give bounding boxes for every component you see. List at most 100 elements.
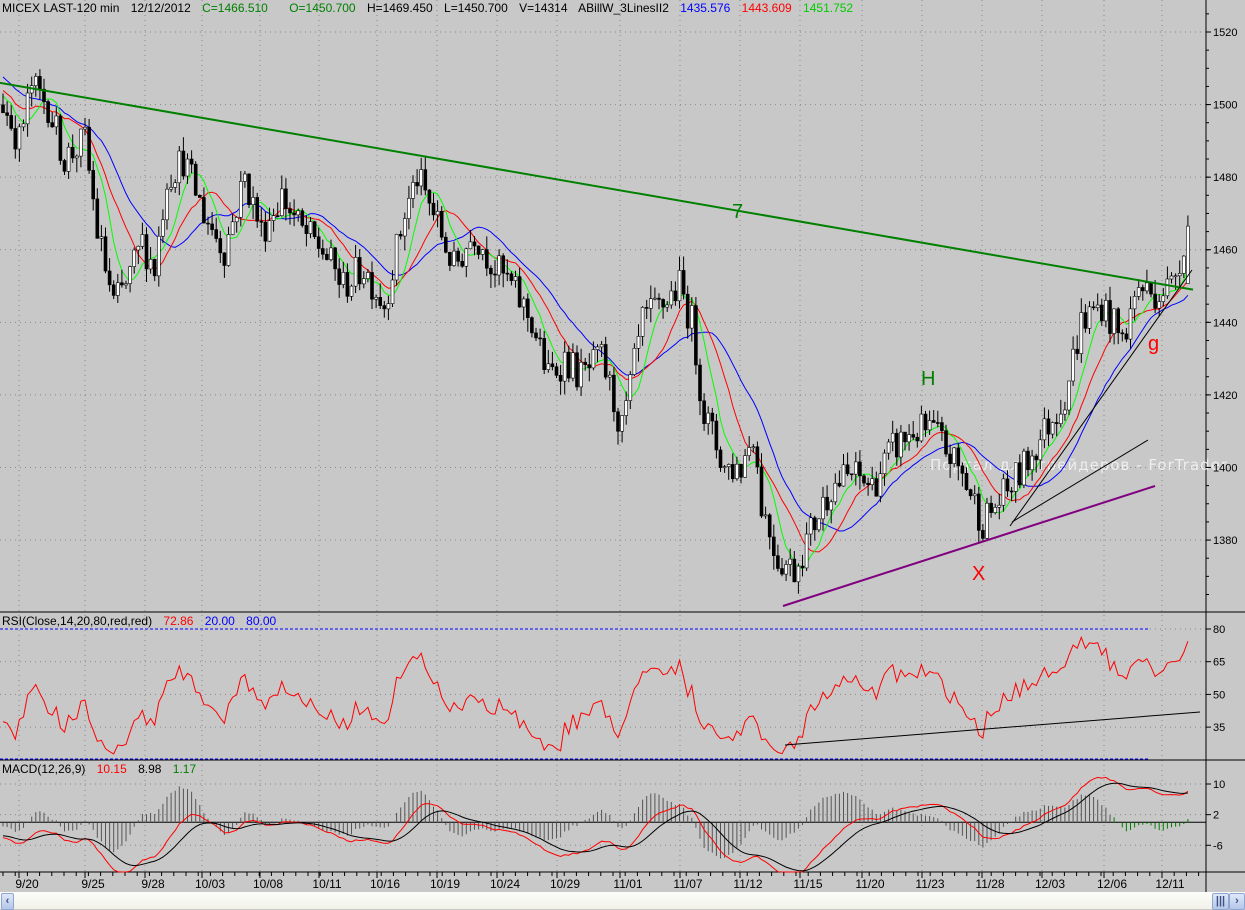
candle-body <box>394 234 399 281</box>
candle-body <box>505 272 510 275</box>
candle <box>911 421 916 441</box>
candle <box>439 206 444 241</box>
candle-body <box>1026 450 1030 471</box>
candle-body <box>673 290 678 302</box>
candle <box>1050 421 1055 439</box>
candle-body <box>726 464 731 467</box>
candle-body <box>653 297 657 300</box>
candle <box>935 410 940 428</box>
candle-body <box>1046 418 1051 435</box>
candle-body <box>251 197 255 205</box>
close-label: C=1466.510 <box>202 1 268 15</box>
candle-body <box>325 253 329 260</box>
candle <box>423 155 428 196</box>
candle <box>747 436 752 461</box>
candle-body <box>620 415 624 432</box>
candle-body <box>357 257 362 285</box>
candle-body <box>1 104 5 114</box>
rsi-tick-label: 35 <box>1213 722 1225 734</box>
candle-body <box>915 436 920 442</box>
candle-body <box>95 198 100 239</box>
date-tick-label: 10/08 <box>253 877 283 891</box>
date-tick-label: 11/12 <box>733 877 762 891</box>
candle-body <box>300 210 305 226</box>
candle-body <box>566 351 571 379</box>
candle <box>361 271 366 289</box>
candle <box>333 247 337 281</box>
candle <box>632 343 637 377</box>
date-tick-label: 10/19 <box>430 877 460 891</box>
candle-body <box>1169 275 1174 280</box>
candle <box>767 513 772 550</box>
candle <box>771 524 776 570</box>
scroll-left-button[interactable]: ‹ <box>1 893 14 910</box>
candle-body <box>304 225 309 234</box>
candle-body <box>833 482 838 503</box>
candle <box>780 557 784 577</box>
candle <box>763 506 768 519</box>
date-tick-label: 10/03 <box>195 877 225 891</box>
candle <box>874 471 879 497</box>
candle-body <box>1050 422 1055 435</box>
scroll-right-button[interactable]: › <box>1229 893 1245 910</box>
candle-body <box>1095 304 1100 308</box>
candle-body <box>710 412 715 422</box>
candle-body <box>206 222 210 225</box>
candle-body <box>374 297 378 300</box>
candle-body <box>312 221 317 238</box>
candle <box>1001 473 1006 512</box>
candle-body <box>91 170 95 200</box>
candle-body <box>776 555 780 569</box>
candle <box>9 105 13 131</box>
macd-line <box>2 776 1189 873</box>
candle-body <box>644 307 649 309</box>
candle-body <box>878 473 883 497</box>
candle-body <box>431 202 436 216</box>
candle <box>833 473 838 505</box>
candle <box>234 216 239 233</box>
candle-body <box>140 234 145 247</box>
candle-body <box>116 282 120 296</box>
candle-body <box>997 504 1002 508</box>
candle-body <box>1124 333 1129 340</box>
candle-body <box>1173 275 1178 278</box>
candle <box>435 200 440 228</box>
price-tick-label: 1500 <box>1213 100 1237 112</box>
candle-body <box>808 517 813 535</box>
candle-body <box>120 282 124 286</box>
candle-body <box>677 270 682 302</box>
candle-body <box>989 502 993 513</box>
candle <box>1169 272 1174 284</box>
candle <box>140 222 145 250</box>
candle <box>398 230 403 240</box>
candle-body <box>218 238 223 254</box>
candle-body <box>484 249 489 269</box>
candle <box>525 293 530 332</box>
candle-body <box>538 337 542 340</box>
candle-body <box>161 219 165 237</box>
candle-body <box>993 506 998 513</box>
candle-body <box>415 182 419 187</box>
candle <box>144 227 149 282</box>
candle-body <box>329 247 333 260</box>
candle-body <box>21 123 26 128</box>
candle-body <box>1009 490 1014 493</box>
candle <box>698 358 702 416</box>
candle <box>759 453 764 518</box>
candle-body <box>75 155 79 159</box>
candle <box>271 208 276 232</box>
candle-body <box>13 128 18 150</box>
candle <box>1075 335 1079 360</box>
horizontal-scrollbar[interactable]: ‹ ||| › <box>0 892 1245 910</box>
candle <box>165 183 169 230</box>
scroll-thumb[interactable]: ||| <box>1212 893 1229 910</box>
candle <box>259 207 264 237</box>
candle <box>411 175 415 209</box>
candle-body <box>517 276 522 308</box>
candle <box>956 442 961 481</box>
candle-body <box>1177 273 1182 277</box>
candle-body <box>169 187 173 190</box>
candle <box>595 344 600 363</box>
candle <box>407 185 411 230</box>
low-label: L=1450.700 <box>444 1 508 15</box>
